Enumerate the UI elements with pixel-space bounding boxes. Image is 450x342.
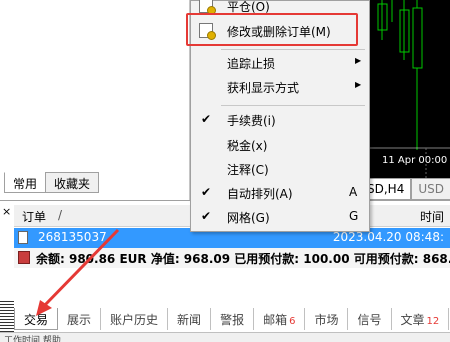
close-icon[interactable]: ×	[2, 205, 11, 218]
balance-icon	[18, 251, 30, 264]
menu-item-grid[interactable]: ✔ 网格(G) G	[191, 206, 369, 228]
mailbox-badge: 6	[289, 316, 296, 327]
sort-indicator: /	[58, 208, 63, 222]
balance-text: 余额: 980.86 EUR 净值: 968.09 已用预付款: 100.00 …	[36, 252, 450, 266]
price-chart[interactable]	[370, 0, 450, 178]
column-time[interactable]: 时间	[420, 208, 444, 225]
tab-alerts[interactable]: 警报	[211, 308, 255, 330]
shortcut-key: G	[349, 209, 359, 223]
tab-signals[interactable]: 信号	[348, 308, 392, 330]
menu-separator	[221, 49, 365, 50]
tab-account-history[interactable]: 账户历史	[101, 308, 169, 330]
order-id: 268135037	[38, 230, 107, 244]
tab-articles[interactable]: 文章 12	[392, 308, 450, 330]
chart-tabs: SD,H4 USD	[360, 178, 450, 200]
terminal-side-handle[interactable]	[0, 300, 14, 332]
menu-item-taxes[interactable]: 税金(x)	[191, 134, 369, 156]
menu-item-profit-display[interactable]: 获利显示方式 ▶	[191, 76, 369, 98]
tab-trade[interactable]: 交易	[14, 308, 59, 330]
navigator-panel	[0, 0, 190, 200]
submenu-arrow-icon: ▶	[355, 56, 362, 65]
check-icon: ✔	[201, 112, 212, 126]
shortcut-key: A	[349, 185, 358, 199]
status-bar: 工作时间 帮助	[0, 332, 450, 342]
tab-mailbox[interactable]: 邮箱 6	[254, 308, 306, 330]
tab-market[interactable]: 市场	[305, 308, 349, 330]
tab-news[interactable]: 新闻	[168, 308, 212, 330]
tab-exposure[interactable]: 展示	[58, 308, 102, 330]
menu-item-comments[interactable]: 注释(C)	[191, 158, 369, 180]
navigator-tabs: 常用 收藏夹	[4, 172, 100, 193]
tab-common[interactable]: 常用	[4, 172, 47, 193]
order-icon	[18, 231, 28, 244]
chart-date-label: 11 Apr 00:00	[382, 155, 448, 166]
menu-item-trailing-stop[interactable]: 追踪止损 ▶	[191, 52, 369, 74]
chart-tab-2[interactable]: USD	[411, 178, 450, 200]
tab-favorites[interactable]: 收藏夹	[45, 172, 100, 193]
order-icon	[199, 0, 216, 15]
balance-row: 余额: 980.86 EUR 净值: 968.09 已用预付款: 100.00 …	[14, 248, 450, 268]
menu-separator	[221, 105, 365, 106]
order-time: 2023.04.20 08:48:	[332, 230, 444, 244]
column-order[interactable]: 订单	[22, 208, 46, 225]
check-icon: ✔	[201, 185, 212, 199]
menu-item-auto-arrange[interactable]: ✔ 自动排列(A) A	[191, 182, 369, 204]
check-icon: ✔	[201, 209, 212, 223]
terminal-tabs: 交易 展示 账户历史 新闻 警报 邮箱 6 市场 信号 文章 12	[14, 306, 450, 330]
menu-item-commission[interactable]: ✔ 手续费(i)	[191, 109, 369, 131]
app-window: 常用 收藏夹 11 Apr 00:00 SD,H4 USD × 订单 / 时间 …	[0, 0, 450, 342]
submenu-arrow-icon: ▶	[355, 80, 362, 89]
candlestick-chart	[370, 0, 450, 178]
highlight-box	[186, 13, 358, 46]
articles-badge: 12	[426, 316, 440, 327]
